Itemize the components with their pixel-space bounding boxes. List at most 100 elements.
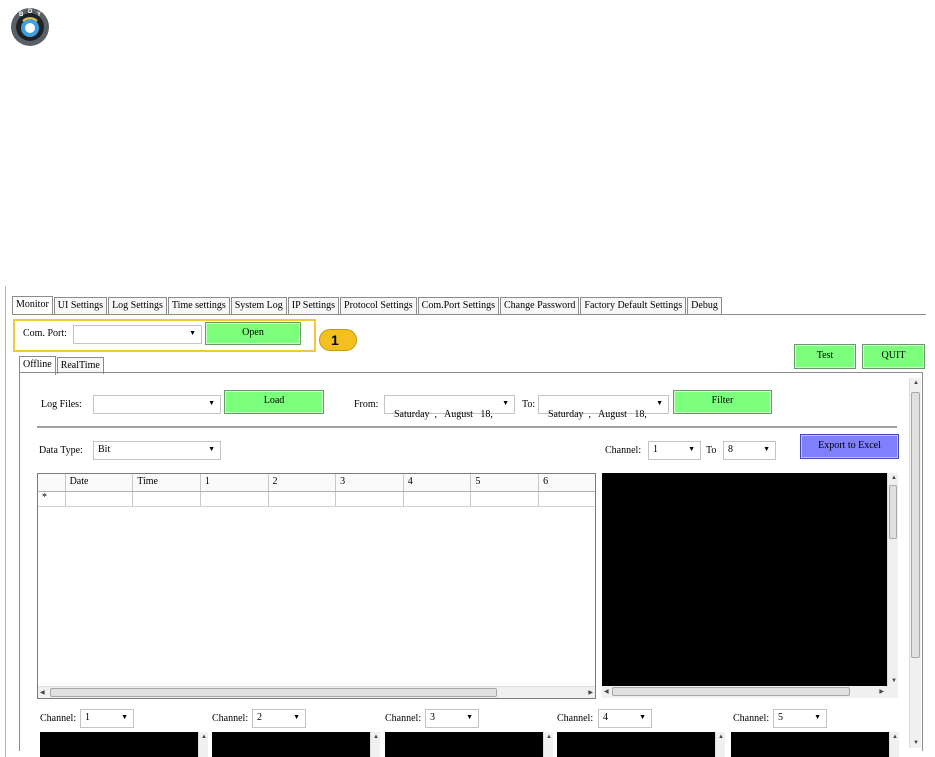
svg-text:B: B [19,12,24,18]
scroll-down-icon: ▼ [891,678,897,684]
tab-protocol-settings[interactable]: Protocol Settings [340,297,417,314]
channel-5-output[interactable] [731,732,889,757]
table-cell[interactable] [201,492,269,506]
grid-horizontal-scrollbar[interactable]: ◀ ▶ [38,686,595,698]
chevron-down-icon: ▼ [466,713,473,721]
tab-debug[interactable]: Debug [687,297,722,314]
channel-3-output[interactable] [385,732,543,757]
tab-factory-default-settings[interactable]: Factory Default Settings [580,297,687,314]
to-date-value: Saturday , August 18, [548,409,650,420]
scroll-thumb[interactable] [889,485,897,539]
column-header[interactable]: 4 [404,474,472,491]
tab-system-log[interactable]: System Log [230,297,287,314]
scroll-up-icon: ▲ [891,475,897,481]
table-cell[interactable] [404,492,472,506]
column-header[interactable]: 6 [539,474,595,491]
table-cell[interactable] [539,492,595,506]
console-horizontal-scrollbar[interactable]: ◀ ▶ [602,686,898,698]
channel-3-label: Channel: [385,713,422,724]
tab-ui-settings[interactable]: UI Settings [53,297,108,314]
channel-from-value: 1 [653,444,658,455]
console-vertical-scrollbar[interactable]: ▲ ▼ [887,473,898,686]
chevron-down-icon: ▼ [502,399,509,407]
data-type-select[interactable]: Bit ▼ [93,441,221,460]
scroll-right-icon: ▶ [588,690,593,696]
log-data-grid[interactable]: Date Time 1 2 3 4 5 6 * [37,473,596,699]
tab-change-password[interactable]: Change Password [500,297,580,314]
channel-5-scrollbar[interactable]: ▲ [889,732,899,757]
chevron-down-icon: ▼ [688,445,695,453]
scroll-thumb[interactable] [50,688,497,697]
channel-3-select[interactable]: 3 ▼ [425,709,479,728]
column-header[interactable]: Time [133,474,201,491]
channel-1-label: Channel: [40,713,77,724]
channel-1-output[interactable] [40,732,198,757]
scroll-up-icon: ▲ [892,734,898,740]
table-cell[interactable] [269,492,337,506]
from-date-value: Saturday , August 18, [394,409,496,420]
log-files-select[interactable]: ▼ [93,395,221,414]
test-button[interactable]: Test [794,344,856,369]
channel-range-label: Channel: [605,445,642,456]
scroll-thumb[interactable] [612,687,850,696]
table-cell[interactable] [133,492,201,506]
channel-5-select[interactable]: 5 ▼ [773,709,827,728]
table-cell[interactable] [66,492,134,506]
column-header[interactable]: 2 [269,474,337,491]
channel-1-value: 1 [85,712,90,723]
channel-2-select[interactable]: 2 ▼ [252,709,306,728]
chevron-down-icon: ▼ [208,445,215,453]
tab-ip-settings[interactable]: IP Settings [287,297,340,314]
channel-4-select[interactable]: 4 ▼ [598,709,652,728]
scroll-right-icon: ▶ [879,689,884,695]
table-cell[interactable] [471,492,540,506]
column-header[interactable]: 1 [201,474,269,491]
main-tab-strip: Monitor UI Settings Log Settings Time se… [12,296,723,315]
tab-monitor[interactable]: Monitor [12,296,53,315]
console-output[interactable] [602,473,887,686]
channel-to-select[interactable]: 8 ▼ [723,441,776,460]
channel-1-select[interactable]: 1 ▼ [80,709,134,728]
panel-scrollbar[interactable]: ▲ ▼ [909,378,921,748]
channel-2-output[interactable] [212,732,370,757]
to-date-picker[interactable]: Saturday , August 18, ▼ [538,395,669,420]
channel-2-label: Channel: [212,713,249,724]
com-port-select[interactable]: ▼ [73,325,202,344]
channel-4-scrollbar[interactable]: ▲ [715,732,725,757]
tab-time-settings[interactable]: Time settings [167,297,230,314]
tab-com-port-settings[interactable]: Com.Port Settings [417,297,500,314]
quit-button[interactable]: QUIT [862,344,925,369]
svg-text:Y: Y [37,12,41,18]
to-channel-label: To [706,445,717,456]
chevron-down-icon: ▼ [293,713,300,721]
tab-log-settings[interactable]: Log Settings [108,297,167,314]
channel-3-value: 3 [430,712,435,723]
column-header[interactable]: 3 [336,474,404,491]
from-label: From: [354,399,379,410]
table-row[interactable]: * [38,492,595,507]
channel-5-value: 5 [778,712,783,723]
filter-button[interactable]: Filter [673,390,772,414]
tab-panel-border [12,314,926,315]
scroll-thumb[interactable] [911,392,920,658]
open-button[interactable]: Open [205,322,301,345]
chevron-down-icon: ▼ [189,329,196,337]
channel-4-output[interactable] [557,732,715,757]
chevron-down-icon: ▼ [208,399,215,407]
column-header[interactable]: Date [66,474,134,491]
scroll-up-icon: ▲ [913,380,919,386]
from-date-picker[interactable]: Saturday , August 18, ▼ [384,395,515,420]
export-to-excel-button[interactable]: Export to Excel [800,434,899,459]
channel-1-scrollbar[interactable]: ▲ [198,732,208,757]
table-cell[interactable] [336,492,404,506]
column-header[interactable]: 5 [471,474,540,491]
channel-4-label: Channel: [557,713,594,724]
chevron-down-icon: ▼ [121,713,128,721]
channel-from-select[interactable]: 1 ▼ [648,441,701,460]
channel-3-scrollbar[interactable]: ▲ [543,732,553,757]
data-type-label: Data Type: [39,445,83,456]
log-files-label: Log Files: [41,399,82,410]
load-button[interactable]: Load [224,390,324,414]
channel-2-scrollbar[interactable]: ▲ [370,732,380,757]
scroll-down-icon: ▼ [913,740,919,746]
